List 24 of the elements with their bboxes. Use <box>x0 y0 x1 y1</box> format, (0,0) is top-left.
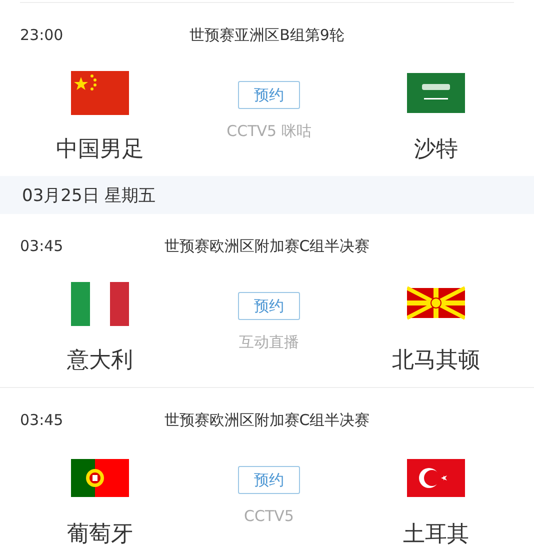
flag-icon <box>71 456 129 500</box>
match-title: 世预赛欧洲区附加赛C组半决赛 <box>164 236 370 257</box>
match-title: 世预赛欧洲区附加赛C组半决赛 <box>164 410 370 431</box>
reserve-button[interactable]: 预约 <box>238 466 300 494</box>
flag-icon <box>71 282 129 326</box>
team-name: 葡萄牙 <box>67 521 133 549</box>
match-time: 23:00 <box>20 25 64 46</box>
channel-label: 互动直播 <box>239 333 299 352</box>
team-name: 土耳其 <box>403 521 469 549</box>
channel-label: CCTV5 <box>244 507 294 525</box>
channel-label: CCTV5 咪咕 <box>226 122 312 141</box>
match-time: 03:45 <box>20 236 64 257</box>
flag-icon <box>71 71 129 115</box>
match-time: 03:45 <box>20 410 64 431</box>
flag-icon <box>407 71 465 115</box>
date-header: 03月25日 星期五 <box>0 176 534 214</box>
team-name: 北马其顿 <box>392 347 480 375</box>
reserve-button[interactable]: 预约 <box>238 81 300 109</box>
team-name: 沙特 <box>414 136 458 164</box>
team-name: 中国男足 <box>56 136 144 164</box>
flag-icon <box>407 456 465 500</box>
reserve-button[interactable]: 预约 <box>238 292 300 320</box>
match-title: 世预赛亚洲区B组第9轮 <box>190 25 344 46</box>
team-name: 意大利 <box>67 347 133 375</box>
